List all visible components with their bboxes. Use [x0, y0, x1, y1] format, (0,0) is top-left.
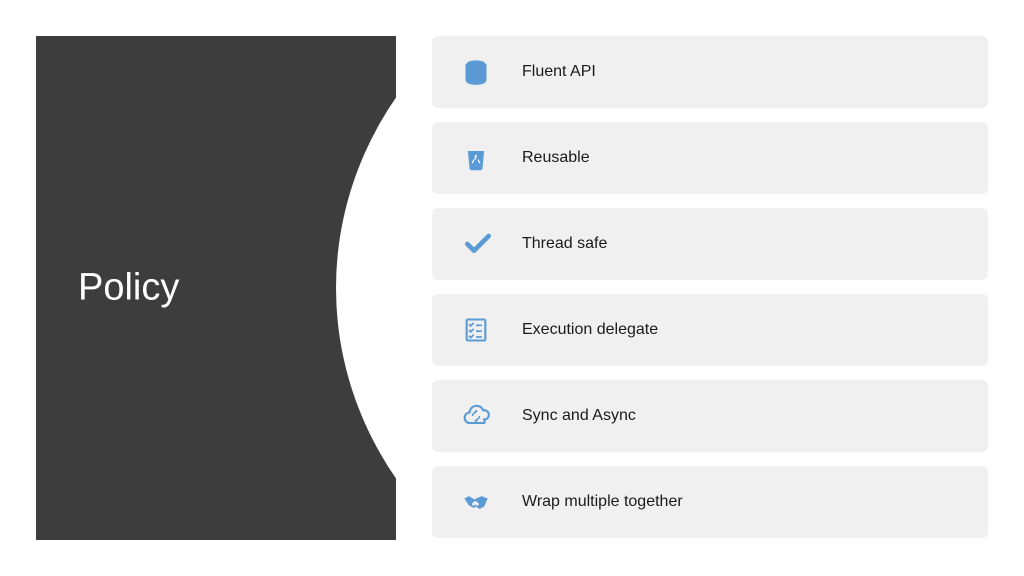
slide: Policy Fluent API Reusable Thread safe: [0, 0, 1024, 576]
feature-item-reusable: Reusable: [432, 122, 988, 194]
database-icon: [462, 58, 522, 86]
feature-label: Thread safe: [522, 235, 607, 253]
feature-item-fluent-api: Fluent API: [432, 36, 988, 108]
feature-label: Sync and Async: [522, 407, 636, 425]
features-list: Fluent API Reusable Thread safe Executio…: [396, 36, 988, 540]
feature-item-wrap-multiple: Wrap multiple together: [432, 466, 988, 538]
slide-title: Policy: [78, 267, 179, 310]
feature-item-sync-async: Sync and Async: [432, 380, 988, 452]
checkmark-icon: [462, 228, 522, 260]
feature-item-thread-safe: Thread safe: [432, 208, 988, 280]
feature-label: Execution delegate: [522, 321, 658, 339]
title-panel: Policy: [36, 36, 396, 540]
handshake-icon: [462, 488, 522, 516]
feature-label: Reusable: [522, 149, 590, 167]
feature-label: Fluent API: [522, 63, 596, 81]
feature-item-execution-delegate: Execution delegate: [432, 294, 988, 366]
checklist-icon: [462, 316, 522, 344]
feature-label: Wrap multiple together: [522, 493, 683, 511]
cloud-sync-icon: [462, 402, 522, 430]
recycle-bin-icon: [462, 144, 522, 172]
